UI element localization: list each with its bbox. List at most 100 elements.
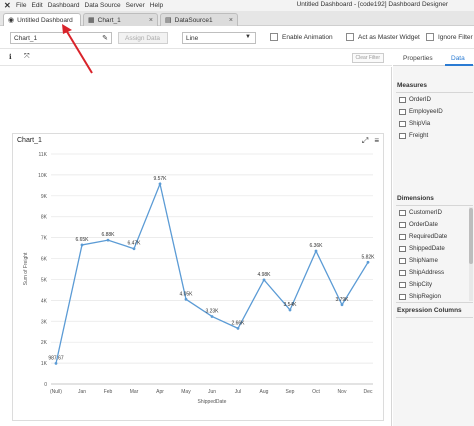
title-bar: ✕ File Edit Dashboard Data Source Server… <box>0 0 474 11</box>
field-item[interactable]: EmployeeID <box>399 108 443 115</box>
data-point <box>132 247 136 251</box>
close-icon[interactable]: × <box>149 17 153 24</box>
data-label: 4.98K <box>257 272 271 278</box>
dimension-field-icon <box>399 233 406 240</box>
dashboard-canvas: Chart_1 ⤢ ≡ 0 1K 2K 3K 4K 5K 6K 7K 8K 9K 10K 11K (Nul… <box>0 67 392 426</box>
canvas-toolbar: ℹ ⤧ Clear Filter <box>0 50 392 66</box>
data-point <box>184 297 188 301</box>
menu-server[interactable]: Server <box>126 2 145 9</box>
chart-type-select[interactable]: Line ▼ <box>182 32 256 44</box>
tab-properties[interactable]: Properties <box>403 55 433 62</box>
expression-columns-header: Expression Columns <box>397 307 462 314</box>
scrollbar-thumb[interactable] <box>469 208 473 264</box>
y-tick-label: 8K <box>41 215 48 221</box>
ignore-filter-checkbox[interactable]: Ignore Filter <box>426 33 473 41</box>
field-item[interactable]: OrderID <box>399 96 431 103</box>
field-item[interactable]: ShippedDate <box>399 245 445 252</box>
dimension-field-icon <box>399 293 406 300</box>
field-item[interactable]: CustomerID <box>399 209 442 216</box>
checkbox-box[interactable] <box>426 33 434 41</box>
field-label: Freight <box>409 132 429 139</box>
data-label: 3.54K <box>283 302 297 308</box>
field-item[interactable]: ShipName <box>399 257 438 264</box>
menu-edit[interactable]: Edit <box>31 2 42 9</box>
divider <box>396 205 473 206</box>
divider <box>396 302 473 303</box>
field-item[interactable]: ShipVia <box>399 120 430 127</box>
info-icon[interactable]: ℹ <box>9 53 12 61</box>
clear-filter-button[interactable]: Clear Filter <box>351 53 384 63</box>
measures-header: Measures <box>397 82 427 89</box>
expand-icon[interactable]: ⤢ <box>362 136 368 145</box>
field-item[interactable]: ShipRegion <box>399 293 441 300</box>
x-tick-label: May <box>181 389 191 395</box>
x-tick-label: Apr <box>156 389 164 395</box>
tab-chart-1[interactable]: ▦ Chart_1 × <box>83 13 158 26</box>
dimension-field-icon <box>399 269 406 276</box>
y-tick-label: 0 <box>44 382 47 388</box>
tab-untitled-dashboard[interactable]: ◉ Untitled Dashboard <box>3 13 81 26</box>
measure-field-icon <box>399 108 406 115</box>
menu-data-source[interactable]: Data Source <box>85 2 121 9</box>
dimensions-header: Dimensions <box>397 195 434 202</box>
field-item[interactable]: Freight <box>399 132 428 139</box>
master-widget-checkbox[interactable]: Act as Master Widget <box>346 33 420 41</box>
enable-animation-checkbox[interactable]: Enable Animation <box>270 33 333 41</box>
data-label: 6.65K <box>75 237 89 243</box>
y-tick-label: 5K <box>41 277 48 283</box>
dashboard-icon: ◉ <box>8 17 15 24</box>
tab-label: Untitled Dashboard <box>17 16 73 24</box>
app-logo-icon: ✕ <box>4 0 11 10</box>
field-label: RequiredDate <box>409 233 448 240</box>
x-tick-label: Jan <box>78 389 86 395</box>
chart-title: Chart_1 <box>17 137 42 144</box>
menu-help[interactable]: Help <box>150 2 163 9</box>
dimension-field-icon <box>399 257 406 264</box>
datasource-icon: ▤ <box>165 17 172 24</box>
y-tick-label: 1K <box>41 361 48 367</box>
field-item[interactable]: RequiredDate <box>399 233 447 240</box>
chart-widget[interactable]: Chart_1 ⤢ ≡ 0 1K 2K 3K 4K 5K 6K 7K 8K 9K 10K 11K (Nul… <box>12 133 384 421</box>
checkbox-box[interactable] <box>270 33 278 41</box>
menu-dashboard[interactable]: Dashboard <box>48 2 80 9</box>
y-tick-label: 4K <box>41 298 48 304</box>
fullscreen-icon[interactable]: ⤧ <box>24 53 30 61</box>
chart-actions: ⤢ ≡ <box>356 136 379 146</box>
x-tick-label: Nov <box>338 389 347 395</box>
menu-icon[interactable]: ≡ <box>374 136 379 145</box>
freight-series-line <box>55 181 369 364</box>
data-label: 987.67 <box>48 355 64 361</box>
assign-data-button[interactable]: Assign Data <box>118 32 168 44</box>
edit-pencil-icon[interactable]: ✎ <box>102 34 108 42</box>
y-axis-label: Sum of Freight <box>23 252 29 285</box>
dimension-field-icon <box>399 209 406 216</box>
tab-label: Chart_1 <box>97 16 121 24</box>
dimension-field-icon <box>399 281 406 288</box>
widget-name-value: Chart_1 <box>14 35 38 42</box>
data-label: 9.57K <box>153 176 167 182</box>
data-point <box>236 326 240 330</box>
field-label: ShipAddress <box>409 269 445 276</box>
active-tab-indicator <box>445 64 473 66</box>
data-point <box>158 182 162 186</box>
data-point <box>80 243 84 247</box>
menu-file[interactable]: File <box>16 2 26 9</box>
measure-field-icon <box>399 96 406 103</box>
chevron-down-icon: ▼ <box>245 34 251 40</box>
close-icon[interactable]: × <box>229 17 233 24</box>
tab-datasource-1[interactable]: ▤ DataSource1 × <box>160 13 238 26</box>
x-tick-label: Aug <box>260 389 269 395</box>
field-label: ShippedDate <box>409 245 445 252</box>
x-tick-label: Jun <box>208 389 216 395</box>
widget-name-input[interactable]: Chart_1 ✎ <box>10 32 112 44</box>
field-item[interactable]: ShipAddress <box>399 269 444 276</box>
field-item[interactable]: ShipCity <box>399 281 432 288</box>
field-item[interactable]: OrderDate <box>399 221 438 228</box>
x-tick-label: Mar <box>130 389 139 395</box>
tab-data[interactable]: Data <box>451 55 465 62</box>
y-tick-label: 3K <box>41 319 48 325</box>
data-point <box>210 315 214 318</box>
y-tick-label: 11K <box>38 152 47 158</box>
field-label: ShipVia <box>409 120 431 127</box>
checkbox-box[interactable] <box>346 33 354 41</box>
